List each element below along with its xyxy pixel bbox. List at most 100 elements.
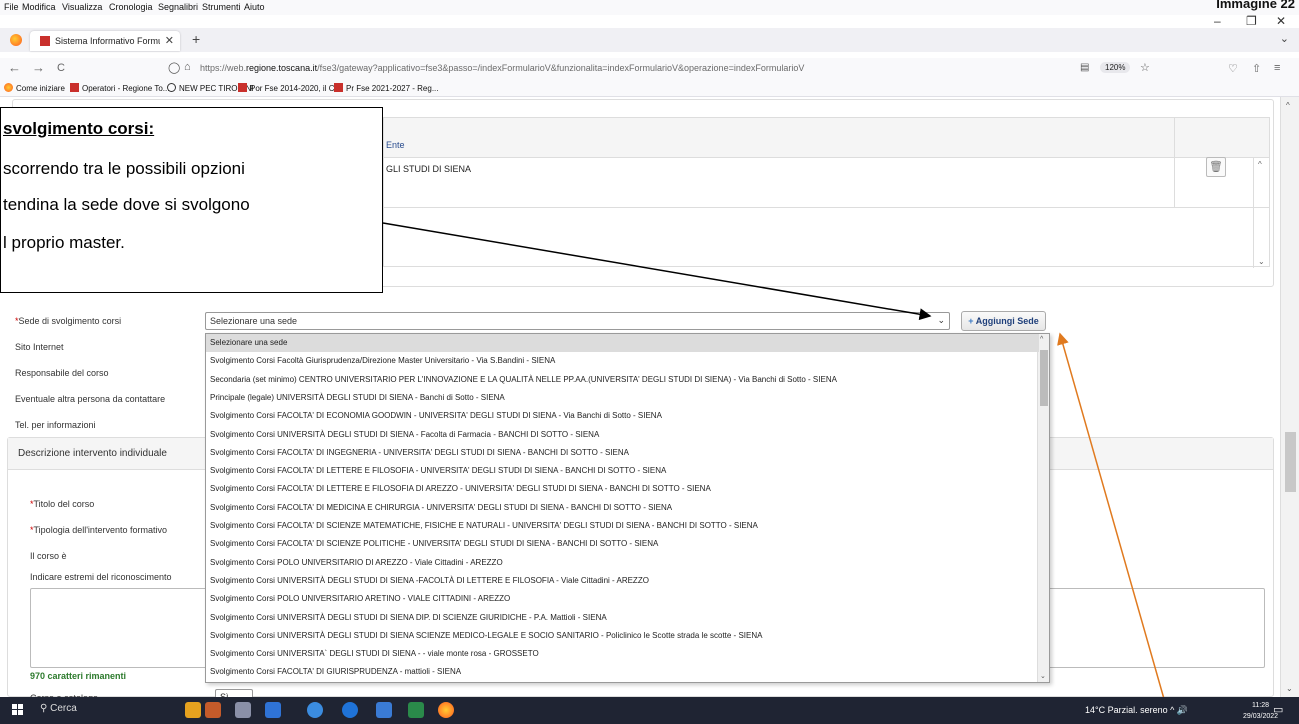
- bookmark-operatori[interactable]: Operatori - Regione To...: [70, 83, 169, 93]
- dropdown-option[interactable]: Svolgimento Corsi UNIVERSITÀ DEGLI STUDI…: [206, 609, 1039, 627]
- dropdown-option-placeholder[interactable]: Selezionare una sede: [206, 334, 1039, 352]
- excel-icon[interactable]: [408, 702, 424, 718]
- sedi-table-scrollbar[interactable]: ^ ⌄: [1253, 158, 1269, 268]
- tab-list-icon[interactable]: ⌄: [1280, 32, 1289, 45]
- scroll-up-icon[interactable]: ^: [1258, 160, 1262, 169]
- ente-cell: GLI STUDI DI SIENA: [386, 164, 472, 174]
- sede-dropdown-list[interactable]: ^ ⌄ Selezionare una sede Svolgimento Cors…: [205, 333, 1050, 683]
- notification-icon[interactable]: ▭: [1273, 703, 1283, 716]
- outlook-icon[interactable]: [376, 702, 392, 718]
- dropdown-option[interactable]: Svolgimento Corsi UNIVERSITA` DEGLI STUD…: [206, 645, 1039, 663]
- taskbar-app-icon[interactable]: [185, 702, 201, 718]
- dropdown-option[interactable]: Svolgimento Corsi FACOLTA' DI MEDICINA E…: [206, 499, 1039, 517]
- screenshot-root: File Modifica Visualizza Cronologia Segn…: [0, 0, 1299, 724]
- estremi-label: Indicare estremi del riconoscimento: [30, 572, 172, 582]
- reload-button[interactable]: C: [57, 62, 65, 74]
- task-view-icon[interactable]: [235, 702, 251, 718]
- dropdown-option[interactable]: Svolgimento Corsi FACOLTA' DI ECONOMIA G…: [206, 407, 1039, 425]
- dropdown-option[interactable]: Svolgimento Corsi UNIVERSITÀ DEGLI STUDI…: [206, 627, 1039, 645]
- regione-toscana-icon: [238, 83, 247, 92]
- bookmark-pr-fse-2021[interactable]: Pr Fse 2021-2027 - Reg...: [334, 83, 439, 93]
- menu-visualizza[interactable]: Visualizza: [62, 2, 102, 12]
- scroll-down-icon[interactable]: ⌄: [1258, 257, 1265, 266]
- dropdown-option[interactable]: Svolgimento Corsi Facoltà Giurisprudenza…: [206, 352, 1039, 370]
- titolo-corso-label: *Titolo del corso: [30, 499, 95, 509]
- dropdown-option[interactable]: Secondaria (set minimo) CENTRO UNIVERSIT…: [206, 371, 1039, 389]
- plus-icon: +: [968, 316, 974, 326]
- tab-sistema-informativo[interactable]: Sistema Informativo Formulario ✕: [30, 31, 180, 51]
- dropdown-option[interactable]: Svolgimento Corsi FACOLTA' DI SCIENZE PO…: [206, 535, 1039, 553]
- windows-start-icon[interactable]: [12, 704, 24, 716]
- tab-close-icon[interactable]: ✕: [165, 34, 174, 47]
- dropdown-option[interactable]: Svolgimento Corsi POLO UNIVERSITARIO ARE…: [206, 590, 1039, 608]
- minimize-button[interactable]: –: [1214, 14, 1221, 28]
- dropdown-option[interactable]: Principale (legale) UNIVERSITÀ DEGLI STU…: [206, 389, 1039, 407]
- pocket-icon[interactable]: ♡: [1228, 62, 1238, 75]
- app-menu-icon[interactable]: ≡: [1274, 62, 1280, 74]
- page-scroll-thumb[interactable]: [1285, 432, 1296, 492]
- delete-row-icon[interactable]: 🗑: [1206, 157, 1226, 177]
- dropdown-scroll-thumb[interactable]: [1040, 350, 1048, 406]
- close-window-button[interactable]: ✕: [1276, 14, 1286, 28]
- taskbar: ⚲ Cerca 14°C Parzial. sereno ^ 🔊 11:28 29…: [0, 697, 1299, 724]
- chrome-icon[interactable]: [307, 702, 323, 718]
- column-header-ente: Ente: [386, 140, 405, 150]
- forward-button[interactable]: →: [32, 60, 45, 75]
- tab-bar: Sistema Informativo Formulario ✕ + ⌄: [0, 28, 1299, 52]
- dropdown-option[interactable]: Svolgimento Corsi FACOLTA' DI SCIENZE MA…: [206, 517, 1039, 535]
- menu-segnalibri[interactable]: Segnalibri: [158, 2, 198, 12]
- callout-line-2: tendina la sede dove si svolgono: [3, 195, 250, 214]
- reader-view-icon[interactable]: ▤: [1080, 62, 1089, 73]
- callout-line-3: l proprio master.: [3, 233, 125, 252]
- lock-icon[interactable]: ⌂: [184, 61, 191, 73]
- menu-aiuto[interactable]: Aiuto: [244, 2, 265, 12]
- callout-line-1: scorrendo tra le possibili opzioni: [3, 159, 245, 178]
- menu-strumenti[interactable]: Strumenti: [202, 2, 241, 12]
- taskbar-search[interactable]: ⚲ Cerca: [40, 703, 77, 714]
- menu-modifica[interactable]: Modifica: [22, 2, 56, 12]
- weather-widget[interactable]: 14°C Parzial. sereno ^ 🔊: [1085, 705, 1188, 716]
- descrizione-title: Descrizione intervento individuale: [18, 448, 167, 459]
- eventuale-contatto-label: Eventuale altra persona da contattare: [15, 394, 166, 404]
- back-button[interactable]: ←: [8, 60, 21, 75]
- firefox-taskbar-icon[interactable]: [438, 702, 454, 718]
- edge-icon[interactable]: [342, 702, 358, 718]
- tel-info-label: Tel. per informazioni: [15, 420, 96, 430]
- dropdown-option[interactable]: Svolgimento Corsi POLO UNIVERSITARIO DI …: [206, 554, 1039, 572]
- dropdown-option[interactable]: Svolgimento Corsi UNIVERSITÀ DEGLI STUDI…: [206, 426, 1039, 444]
- scroll-down-icon[interactable]: ⌄: [1286, 684, 1293, 693]
- menu-file[interactable]: File: [4, 2, 19, 12]
- shield-icon[interactable]: ◯: [168, 61, 180, 74]
- dropdown-option[interactable]: Svolgimento Corsi FACOLTA' DI GIURISPRUD…: [206, 663, 1039, 681]
- share-icon[interactable]: ⇧: [1252, 62, 1261, 75]
- scroll-up-icon[interactable]: ^: [1040, 336, 1043, 343]
- dropdown-option[interactable]: Svolgimento Corsi UNIVERSITÀ DEGLI STUDI…: [206, 572, 1039, 590]
- url-bar[interactable]: ◯ ⌂ https://web.regione.toscana.it/fse3/…: [160, 58, 1160, 80]
- responsabile-label: Responsabile del corso: [15, 368, 109, 378]
- menu-cronologia[interactable]: Cronologia: [109, 2, 153, 12]
- taskbar-app-icon[interactable]: [205, 702, 221, 718]
- firefox-view-icon[interactable]: [10, 34, 22, 46]
- restore-button[interactable]: ❐: [1246, 14, 1257, 28]
- scroll-down-icon[interactable]: ⌄: [1040, 672, 1046, 680]
- sede-select-value: Selezionare una sede: [210, 316, 298, 326]
- site-favicon-icon: [40, 36, 50, 46]
- file-explorer-icon[interactable]: [265, 702, 281, 718]
- sedi-table-header: Ente: [384, 118, 1269, 158]
- scroll-up-icon[interactable]: ^: [1286, 101, 1290, 110]
- dropdown-option[interactable]: Svolgimento Corsi FACOLTA' DI LETTERE E …: [206, 480, 1039, 498]
- bookmarks-bar: Come iniziare Operatori - Regione To... …: [0, 80, 1299, 97]
- corso-e-label: Il corso è: [30, 551, 67, 561]
- page-scrollbar[interactable]: ^ ⌄: [1280, 97, 1299, 697]
- column-divider: [1174, 158, 1175, 208]
- dropdown-option[interactable]: Svolgimento Corsi FACOLTA' DI LETTERE E …: [206, 462, 1039, 480]
- dropdown-option[interactable]: Svolgimento Corsi FACOLTA' DI INGEGNERIA…: [206, 444, 1039, 462]
- zoom-level[interactable]: 120%: [1100, 62, 1131, 73]
- new-tab-button[interactable]: +: [192, 31, 200, 47]
- sedi-table: Ente GLI STUDI DI SIENA 🗑 ^ ⌄: [383, 117, 1270, 268]
- bookmark-por-fse-2014[interactable]: Por Fse 2014-2020, il C...: [238, 83, 341, 93]
- add-sede-button[interactable]: + Aggiungi Sede: [961, 311, 1046, 331]
- sede-select[interactable]: Selezionare una sede ⌄: [205, 312, 950, 330]
- bookmark-come-iniziare[interactable]: Come iniziare: [4, 83, 65, 93]
- bookmark-star-icon[interactable]: ☆: [1140, 61, 1150, 74]
